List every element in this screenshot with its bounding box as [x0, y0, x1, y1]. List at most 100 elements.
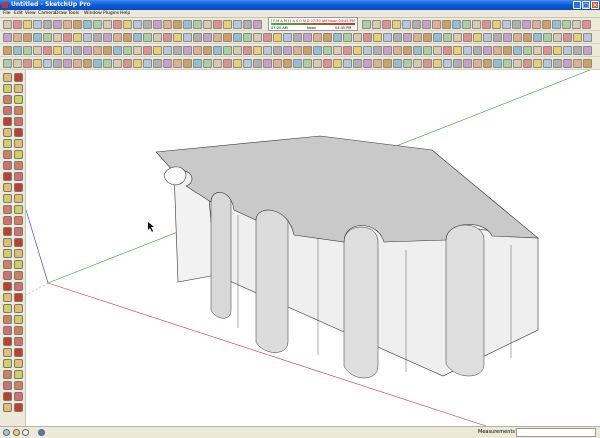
toolbar-tool-icon[interactable] — [582, 20, 591, 29]
toolbar-tool-icon[interactable] — [183, 46, 192, 55]
toolbar-tool-icon[interactable] — [3, 33, 12, 42]
toolbar-tool-icon[interactable] — [193, 59, 202, 68]
toolbar-tool-icon[interactable] — [113, 33, 122, 42]
toolbar-tool-icon[interactable] — [3, 46, 12, 55]
toolbar-tool-icon[interactable] — [372, 20, 381, 29]
toolbar-tool-icon[interactable] — [382, 20, 391, 29]
toolbar-tool-icon[interactable] — [273, 59, 282, 68]
toolbar-tool-icon[interactable] — [563, 59, 572, 68]
user-icon[interactable] — [22, 429, 29, 436]
left-tool-icon[interactable] — [14, 128, 23, 137]
menu-file[interactable]: File — [3, 11, 11, 17]
toolbar-tool-icon[interactable] — [173, 20, 182, 29]
toolbar-tool-icon[interactable] — [343, 33, 352, 42]
left-tool-icon[interactable] — [14, 370, 23, 379]
toolbar-tool-icon[interactable] — [433, 46, 442, 55]
left-tool-icon[interactable] — [3, 337, 12, 346]
toolbar-tool-icon[interactable] — [23, 33, 32, 42]
menu-help[interactable]: Help — [120, 11, 130, 17]
toolbar-tool-icon[interactable] — [513, 59, 522, 68]
toolbar-tool-icon[interactable] — [393, 33, 402, 42]
toolbar-tool-icon[interactable] — [373, 33, 382, 42]
left-tool-icon[interactable] — [3, 73, 12, 82]
toolbar-tool-icon[interactable] — [263, 46, 272, 55]
toolbar-tool-icon[interactable] — [93, 20, 102, 29]
toolbar-tool-icon[interactable] — [533, 59, 542, 68]
left-tool-icon[interactable] — [14, 260, 23, 269]
toolbar-tool-icon[interactable] — [213, 33, 222, 42]
toolbar-tool-icon[interactable] — [83, 20, 92, 29]
toolbar-tool-icon[interactable] — [493, 59, 502, 68]
toolbar-tool-icon[interactable] — [13, 46, 22, 55]
toolbar-tool-icon[interactable] — [153, 46, 162, 55]
toolbar-tool-icon[interactable] — [353, 46, 362, 55]
toolbar-tool-icon[interactable] — [233, 33, 242, 42]
menu-draw[interactable]: Draw — [55, 11, 67, 17]
left-tool-icon[interactable] — [14, 227, 23, 236]
toolbar-tool-icon[interactable] — [313, 59, 322, 68]
toolbar-tool-icon[interactable] — [323, 59, 332, 68]
left-tool-icon[interactable] — [3, 315, 12, 324]
toolbar-tool-icon[interactable] — [203, 46, 212, 55]
toolbar-tool-icon[interactable] — [573, 33, 582, 42]
left-tool-icon[interactable] — [14, 392, 23, 401]
left-tool-icon[interactable] — [3, 326, 12, 335]
toolbar-tool-icon[interactable] — [432, 20, 441, 29]
toolbar-tool-icon[interactable] — [223, 33, 232, 42]
toolbar-tool-icon[interactable] — [173, 33, 182, 42]
left-tool-icon[interactable] — [3, 84, 12, 93]
toolbar-tool-icon[interactable] — [412, 20, 421, 29]
toolbar-tool-icon[interactable] — [243, 46, 252, 55]
toolbar-tool-icon[interactable] — [23, 46, 32, 55]
toolbar-tool-icon[interactable] — [473, 46, 482, 55]
menu-tools[interactable]: Tools — [68, 11, 79, 17]
toolbar-tool-icon[interactable] — [553, 33, 562, 42]
toolbar-tool-icon[interactable] — [103, 59, 112, 68]
toolbar-tool-icon[interactable] — [93, 46, 102, 55]
left-tool-icon[interactable] — [3, 304, 12, 313]
left-tool-icon[interactable] — [14, 117, 23, 126]
toolbar-tool-icon[interactable] — [33, 33, 42, 42]
toolbar-tool-icon[interactable] — [233, 59, 242, 68]
left-tool-icon[interactable] — [14, 95, 23, 104]
toolbar-tool-icon[interactable] — [183, 59, 192, 68]
maximize-button[interactable]: □ — [582, 1, 590, 9]
toolbar-tool-icon[interactable] — [13, 20, 22, 29]
toolbar-tool-icon[interactable] — [313, 46, 322, 55]
toolbar-tool-icon[interactable] — [43, 59, 52, 68]
toolbar-tool-icon[interactable] — [163, 33, 172, 42]
toolbar-tool-icon[interactable] — [303, 46, 312, 55]
toolbar-tool-icon[interactable] — [213, 59, 222, 68]
help-icon[interactable] — [38, 429, 45, 436]
toolbar-tool-icon[interactable] — [433, 59, 442, 68]
left-tool-icon[interactable] — [14, 271, 23, 280]
toolbar-tool-icon[interactable] — [23, 20, 32, 29]
toolbar-tool-icon[interactable] — [363, 46, 372, 55]
left-tool-icon[interactable] — [14, 403, 23, 412]
toolbar-tool-icon[interactable] — [572, 20, 581, 29]
toolbar-tool-icon[interactable] — [73, 59, 82, 68]
toolbar-tool-icon[interactable] — [293, 59, 302, 68]
toolbar-tool-icon[interactable] — [53, 59, 62, 68]
left-tool-icon[interactable] — [14, 315, 23, 324]
toolbar-tool-icon[interactable] — [543, 59, 552, 68]
toolbar-tool-icon[interactable] — [473, 33, 482, 42]
toolbar-tool-icon[interactable] — [423, 46, 432, 55]
left-tool-icon[interactable] — [3, 194, 12, 203]
shadow-time-slider[interactable] — [271, 23, 355, 25]
toolbar-tool-icon[interactable] — [503, 46, 512, 55]
toolbar-tool-icon[interactable] — [403, 59, 412, 68]
toolbar-tool-icon[interactable] — [73, 33, 82, 42]
toolbar-tool-icon[interactable] — [123, 46, 132, 55]
left-tool-icon[interactable] — [14, 150, 23, 159]
toolbar-tool-icon[interactable] — [33, 46, 42, 55]
toolbar-tool-icon[interactable] — [173, 59, 182, 68]
left-tool-icon[interactable] — [14, 238, 23, 247]
left-tool-icon[interactable] — [3, 128, 12, 137]
left-tool-icon[interactable] — [3, 139, 12, 148]
toolbar-tool-icon[interactable] — [422, 20, 431, 29]
toolbar-tool-icon[interactable] — [503, 33, 512, 42]
toolbar-tool-icon[interactable] — [453, 59, 462, 68]
toolbar-tool-icon[interactable] — [53, 46, 62, 55]
toolbar-tool-icon[interactable] — [402, 20, 411, 29]
